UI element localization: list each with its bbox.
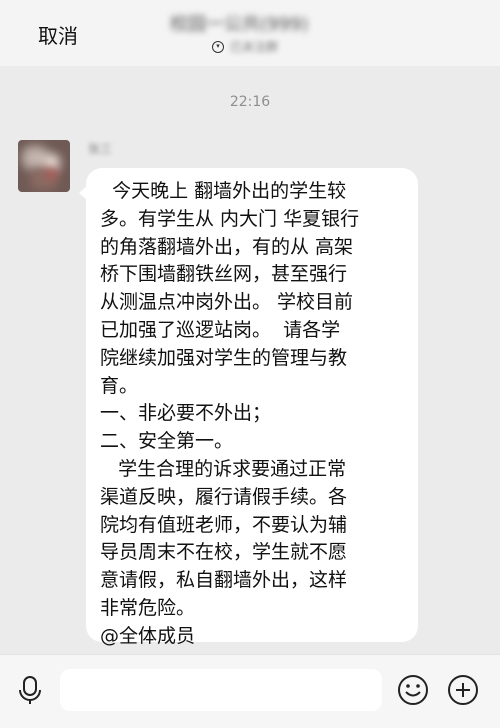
message-line: 院继续加强对学生的管理与教 xyxy=(100,346,348,369)
message-line: 今天晚上 翻墙外出的学生较 xyxy=(100,180,347,202)
message-input[interactable] xyxy=(60,669,382,711)
message-timestamp: 22:16 xyxy=(229,94,271,110)
message-line: 意请假，私自翻墙外出，这样 xyxy=(100,569,348,592)
more-button[interactable] xyxy=(446,673,480,707)
chat-subtitle-obscured: 已关注群 xyxy=(230,40,279,54)
message-line: 院均有值班老师，不要认为辅 xyxy=(100,513,348,536)
chat-title: 校园一公共(999) ▾ 已关注群 xyxy=(160,8,390,58)
message-bubble[interactable]: 今天晚上 翻墙外出的学生较 多。有学生从 内大门 华夏银行 的角落翻墙外出，有的… xyxy=(79,168,418,647)
avatar[interactable] xyxy=(18,140,70,192)
message-line: 从测温点冲岗外出。 学校目前 xyxy=(100,291,354,314)
avatar-patch xyxy=(48,170,56,178)
chat-subtitle: ▾ 已关注群 xyxy=(212,38,278,55)
chevron-down-icon[interactable]: ▾ xyxy=(212,40,224,53)
message-line: 学生合理的诉求要通过正常 xyxy=(100,457,347,480)
emoji-button[interactable] xyxy=(396,673,430,707)
message-line: 已加强了巡逻站岗。 请各学 xyxy=(100,318,341,341)
voice-button[interactable] xyxy=(13,673,47,707)
chat-title-obscured: 校园一公共(999) xyxy=(170,14,309,35)
message-line: 的角落翻墙外出，有的从 高架 xyxy=(100,235,354,258)
message-line: 非常危险。 xyxy=(100,596,196,619)
plus-circle-icon xyxy=(448,675,478,705)
smiley-icon xyxy=(398,675,428,705)
message-line: 桥下围墙翻铁丝网，甚至强行 xyxy=(100,263,348,286)
message-line: 二、安全第一。 xyxy=(100,430,234,453)
sender-name-obscured: 张三 xyxy=(88,142,113,156)
message-mention[interactable]: @全体成员 xyxy=(100,623,410,651)
message-line: 渠道反映，履行请假手续。各 xyxy=(100,485,348,508)
message-line: 育。 xyxy=(100,374,139,397)
message-line: 多。有学生从 内大门 华夏银行 xyxy=(100,207,360,230)
message-line: 一、非必要不外出； xyxy=(100,402,272,425)
input-bar xyxy=(0,654,500,728)
cancel-button[interactable]: 取消 xyxy=(38,20,78,49)
message-line: 导员周末不在校，学生就不愿 xyxy=(100,541,348,564)
top-bar: 取消 校园一公共(999) ▾ 已关注群 xyxy=(0,0,500,66)
microphone-icon xyxy=(19,676,41,704)
